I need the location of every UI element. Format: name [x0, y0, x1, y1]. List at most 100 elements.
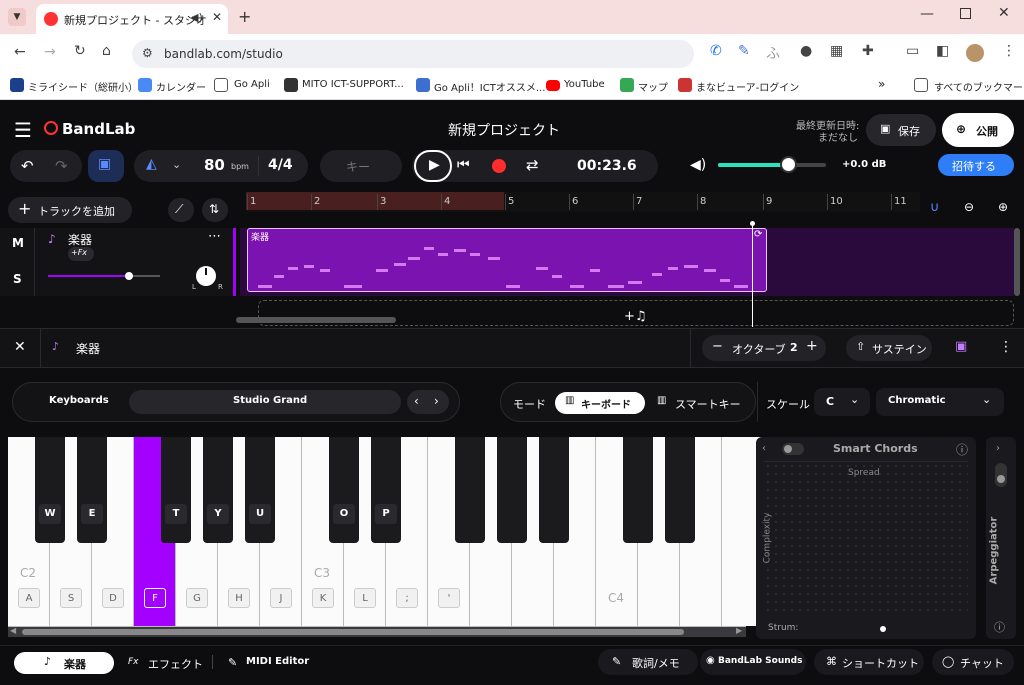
invite-button[interactable]: 招待する	[938, 154, 1014, 176]
volume-icon[interactable]: ◀)	[690, 157, 706, 173]
bookmark-item[interactable]: YouTube	[564, 79, 605, 90]
piano-black-key[interactable]	[497, 437, 527, 543]
track-sort-button[interactable]: ⇅	[202, 198, 228, 222]
master-volume-thumb[interactable]	[780, 156, 797, 173]
timeline-scrollbar[interactable]	[236, 317, 396, 323]
playhead[interactable]	[752, 224, 753, 327]
loop-clip-icon[interactable]: ⟳	[754, 229, 762, 240]
new-tab-button[interactable]: +	[238, 7, 251, 26]
piano-black-key[interactable]	[77, 437, 107, 543]
expand-arp-icon[interactable]: ›	[996, 443, 1000, 454]
piano-black-key[interactable]	[329, 437, 359, 543]
master-volume-slider[interactable]	[718, 156, 826, 173]
hamburger-menu-icon[interactable]: ☰	[14, 118, 32, 142]
track-area-scrollbar[interactable]	[1014, 228, 1020, 296]
back-icon[interactable]: ←	[14, 44, 26, 60]
side-panel-icon[interactable]: ◧	[936, 43, 949, 59]
bandlab-sounds-button[interactable]: ◉ BandLab Sounds	[700, 649, 806, 675]
close-window-button[interactable]: ✕	[998, 5, 1010, 21]
piano-black-key[interactable]	[539, 437, 569, 543]
translate-extension-icon[interactable]: ✎	[738, 43, 750, 59]
piano-scrollbar-thumb[interactable]	[22, 629, 684, 635]
mode-smartkey-label[interactable]: スマートキー	[675, 396, 741, 412]
track-header[interactable]	[0, 228, 236, 296]
profile-avatar[interactable]	[966, 44, 984, 62]
all-bookmarks[interactable]: すべてのブックマーク	[934, 79, 1024, 94]
bookmark-item[interactable]: まなビューア-ログイン	[696, 79, 799, 94]
next-preset-icon[interactable]: ›	[434, 394, 439, 408]
key-selector[interactable]: キー	[320, 150, 402, 182]
octave-down-button[interactable]: −	[712, 339, 723, 354]
phone-extension-icon[interactable]: ✆	[710, 43, 722, 59]
tempo-dropdown-icon[interactable]: ⌄	[172, 158, 181, 171]
track-name[interactable]: 楽器	[68, 231, 92, 248]
puzzle-extensions-icon[interactable]: ✚	[862, 43, 874, 59]
piano-black-key[interactable]	[161, 437, 191, 543]
piano-black-key[interactable]	[203, 437, 233, 543]
chat-button[interactable]: ◯ チャット	[932, 649, 1014, 675]
save-button[interactable]: ▣ 保存	[866, 114, 936, 146]
info-icon[interactable]: ⓘ	[956, 441, 968, 458]
forward-icon[interactable]: →	[44, 44, 56, 60]
arp-info-icon[interactable]: ⓘ	[994, 619, 1005, 635]
bookmark-item[interactable]: Go Apli！ICTオススメ...	[434, 79, 545, 94]
more-menu-icon[interactable]: ⋮	[1002, 43, 1016, 59]
bookmark-item[interactable]: マップ	[638, 79, 668, 94]
automation-button[interactable]: ⟋	[168, 198, 194, 222]
undo-icon[interactable]: ↶	[21, 157, 34, 175]
browser-tab[interactable]: 新規プロジェクト - スタジオ ◀) ✕	[36, 4, 228, 34]
scroll-right-icon[interactable]: ▶	[736, 626, 742, 635]
add-loop-icon[interactable]: +♫	[624, 309, 647, 324]
project-title[interactable]: 新規プロジェクト	[448, 120, 560, 140]
smart-chords-toggle[interactable]	[782, 443, 804, 455]
instrument-tab[interactable]: ♪ 楽器	[14, 652, 114, 674]
midi-editor-tab[interactable]: MIDI Editor	[246, 656, 309, 667]
loop-region[interactable]	[246, 192, 504, 210]
bookmark-item[interactable]: ミライシード（総研小）	[28, 79, 138, 94]
lyrics-button[interactable]: ✎ 歌詞/メモ	[598, 649, 698, 675]
preset-button[interactable]: Studio Grand	[129, 390, 401, 414]
scroll-left-icon[interactable]: ◀	[10, 626, 16, 635]
track-volume-thumb[interactable]	[125, 272, 133, 280]
time-signature[interactable]: 4/4	[268, 157, 293, 173]
sustain-button[interactable]: ⇧ サステイン	[846, 335, 932, 361]
octave-up-button[interactable]: +	[806, 338, 818, 354]
playhead-handle[interactable]	[750, 221, 755, 226]
track-volume-slider[interactable]	[48, 272, 160, 280]
chord-pad[interactable]	[764, 461, 968, 617]
piano-black-key[interactable]	[371, 437, 401, 543]
maximize-button[interactable]	[960, 8, 971, 19]
effects-tab[interactable]: エフェクト	[148, 656, 203, 672]
play-button[interactable]: ▶	[414, 150, 452, 182]
tab-search-button[interactable]: ▼	[8, 8, 26, 26]
track-more-icon[interactable]: ⋯	[208, 229, 221, 244]
cast-icon[interactable]: ▭	[906, 43, 919, 59]
mode-keyboard-button[interactable]: ▥ キーボード	[555, 392, 645, 414]
minimize-button[interactable]: —	[920, 6, 934, 22]
bpm-value[interactable]: 80	[204, 156, 225, 174]
address-bar[interactable]: ⚙ bandlab.com/studio	[132, 40, 694, 68]
strum-slider-thumb[interactable]	[880, 626, 886, 632]
zoom-out-icon[interactable]: ⊖	[964, 200, 974, 214]
bookmark-item[interactable]: カレンダー	[156, 79, 206, 94]
pan-knob[interactable]	[196, 266, 216, 286]
panel-more-icon[interactable]: ⋮	[999, 339, 1013, 355]
keyboard-view-icon[interactable]: ▣	[955, 339, 967, 354]
close-tab-icon[interactable]: ✕	[212, 10, 222, 24]
piano-black-key[interactable]	[245, 437, 275, 543]
furigana-extension-icon[interactable]: ふ	[766, 43, 780, 63]
tuner-icon[interactable]: ◭	[146, 156, 157, 172]
prev-preset-icon[interactable]: ‹	[414, 394, 419, 408]
site-info-icon[interactable]: ⚙	[142, 46, 153, 60]
extension-icon[interactable]: ●	[800, 43, 812, 59]
publish-button[interactable]: ⊕ 公開	[942, 113, 1014, 147]
mute-button[interactable]: M	[12, 236, 24, 250]
piano-black-key[interactable]	[665, 437, 695, 543]
bookmark-item[interactable]: Go Apli	[234, 79, 270, 90]
solo-button[interactable]: S	[13, 272, 22, 286]
magnet-snap-icon[interactable]: ∪	[930, 200, 940, 215]
bookmark-item[interactable]: MITO ICT-SUPPORT...	[302, 79, 404, 90]
record-button[interactable]	[492, 159, 506, 173]
redo-icon[interactable]: ↷	[55, 157, 68, 175]
piano-black-key[interactable]	[623, 437, 653, 543]
